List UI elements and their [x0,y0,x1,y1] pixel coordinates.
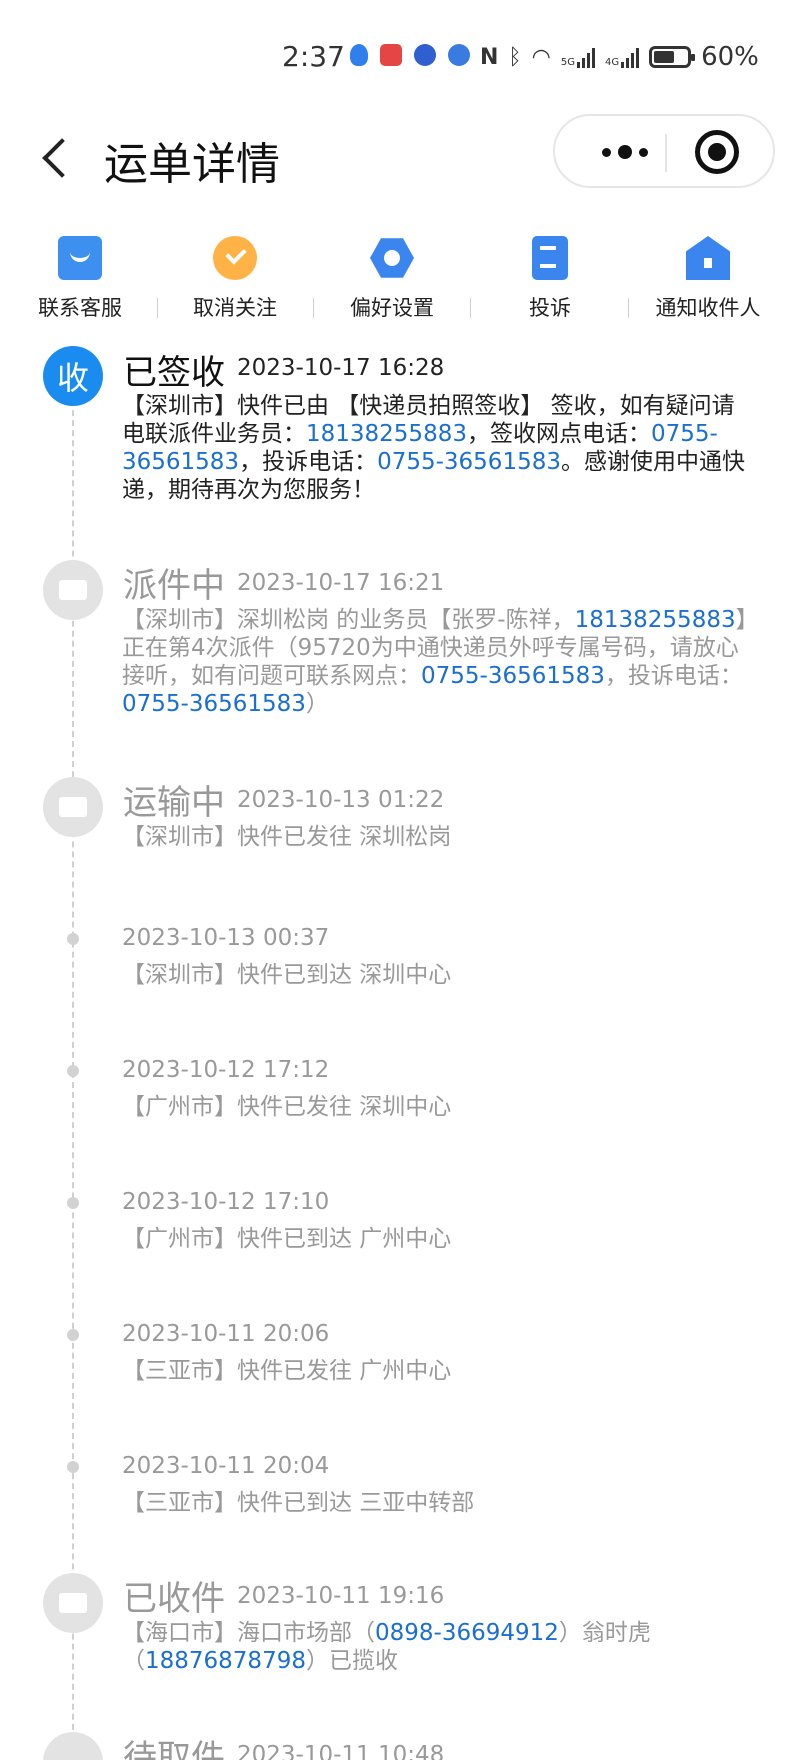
notify-recipient-icon [686,236,730,280]
nfc-icon: N [480,44,499,70]
status-desc: 【海口市】海口市场部（0898-36694912）翁时虎（18876878798… [122,1619,752,1675]
gear-icon [370,238,414,278]
truck-icon [43,777,103,837]
back-button[interactable] [30,128,90,188]
status-title: 已收件 [123,1579,225,1619]
status-time: 2023-10-17 16:28 [237,355,445,381]
package-collected-icon [43,1573,103,1633]
status-desc: 【深圳市】快件已发往 深圳松岗 [122,824,452,850]
signed-node-icon: 收 [43,346,103,406]
red-app-icon [380,44,402,66]
desc-text: ，签收网点电话： [466,421,651,447]
timeline-dot [67,1197,79,1209]
status-desc: 【深圳市】深圳松岗 的业务员【张罗-陈祥，18138255883】正在第4次派件… [122,606,752,718]
action-bar: 联系客服 取消关注 偏好设置 投诉 通知收件人 [0,230,800,330]
event-desc: 【广州市】快件已发往 深圳中心 [122,1094,452,1120]
paw-app-icon [414,44,436,66]
heart-check-icon [213,236,257,280]
chat-bubble-icon [58,236,102,280]
page-title: 运单详情 [104,139,280,190]
nav-bar: 运单详情 [0,110,800,210]
event-desc: 【深圳市】快件已到达 深圳中心 [122,962,452,988]
truck-glyph [59,797,87,817]
event-time: 2023-10-12 17:10 [122,1189,330,1215]
more-dot-icon [639,147,648,157]
phone-link[interactable]: 18138255883 [575,607,736,633]
status-time: 2:37 [282,40,345,73]
battery-icon [649,46,696,68]
status-time: 2023-10-11 19:16 [237,1583,445,1609]
battery-fill [654,51,675,63]
preferences-button[interactable]: 偏好设置 [312,230,472,330]
phone-link[interactable]: 0898-36694912 [375,1620,559,1646]
complaint-button[interactable]: 投诉 [470,230,630,330]
signal-4g-icon: 4G [605,46,640,68]
phone-link[interactable]: 0755-36561583 [421,663,605,689]
bluetooth-icon: ᛒ [508,44,522,70]
desc-text: ，投诉电话： [239,449,378,475]
package-glyph [59,1593,87,1613]
wifi-icon: ◠ [531,44,551,70]
shield-app-icon [350,44,368,66]
timeline-dot [67,933,79,945]
phone-link[interactable]: 18876878798 [145,1648,306,1674]
status-desc: 【深圳市】快件已由 【快递员拍照签收】 签收，如有疑问请电联派件业务员：1813… [122,392,752,504]
status-time: 2023-10-11 10:48 [237,1742,445,1760]
event-desc: 【三亚市】快件已发往 广州中心 [122,1358,452,1384]
close-miniapp-button[interactable] [695,130,739,174]
phone-link[interactable]: 0755-36561583 [122,691,306,717]
status-right: N ᛒ ◠ 5G 4G 60% [480,42,759,72]
event-desc: 【三亚市】快件已到达 三亚中转部 [122,1490,475,1516]
event-time: 2023-10-12 17:12 [122,1057,330,1083]
globe-app-icon [448,44,470,66]
scooter-glyph [59,580,87,600]
courier-scooter-icon [43,560,103,620]
desc-text: 【海口市】海口市场部（ [122,1620,375,1646]
status-title: 待取件 [123,1738,225,1760]
action-label: 取消关注 [193,296,277,320]
notification-icons [350,44,470,66]
battery-percent: 60% [701,42,759,72]
tracking-timeline: 收 已签收 2023-10-17 16:28 【深圳市】快件已由 【快递员拍照签… [0,340,800,1760]
phone-link[interactable]: 0755-36561583 [377,449,561,475]
unfollow-button[interactable]: 取消关注 [155,230,315,330]
more-dot-icon [602,147,611,157]
status-title: 已签收 [123,353,225,393]
more-dot-icon [618,145,632,159]
event-time: 2023-10-11 20:04 [122,1453,330,1479]
more-button[interactable] [585,116,665,188]
status-time: 2023-10-17 16:21 [237,570,445,596]
event-time: 2023-10-13 00:37 [122,925,330,951]
desc-text: 【深圳市】深圳松岗 的业务员【张罗-陈祥， [122,607,575,633]
event-desc: 【广州市】快件已到达 广州中心 [122,1226,452,1252]
status-title: 派件中 [123,566,225,606]
status-bar: 2:37 N ᛒ ◠ 5G 4G 60% [0,0,800,110]
desc-text: ）已揽收 [305,1648,398,1674]
contact-service-button[interactable]: 联系客服 [0,230,160,330]
pickup-pending-icon [43,1732,103,1760]
status-time: 2023-10-13 01:22 [237,787,445,813]
action-label: 偏好设置 [350,296,434,320]
capsule-divider [665,134,667,172]
timeline-dot [67,1329,79,1341]
event-time: 2023-10-11 20:06 [122,1321,330,1347]
desc-text: ，投诉电话： [604,663,743,689]
status-title: 运输中 [123,783,225,823]
desc-text: ） [305,691,329,717]
action-label: 通知收件人 [655,296,761,320]
signal-5g-icon: 5G [561,46,595,68]
complaint-doc-icon [532,236,568,280]
action-label: 投诉 [529,296,571,320]
notify-recipient-button[interactable]: 通知收件人 [628,230,788,330]
miniapp-capsule [553,114,775,188]
action-label: 联系客服 [38,296,122,320]
phone-link[interactable]: 18138255883 [306,421,467,447]
timeline-dot [67,1461,79,1473]
timeline-dot [67,1065,79,1077]
